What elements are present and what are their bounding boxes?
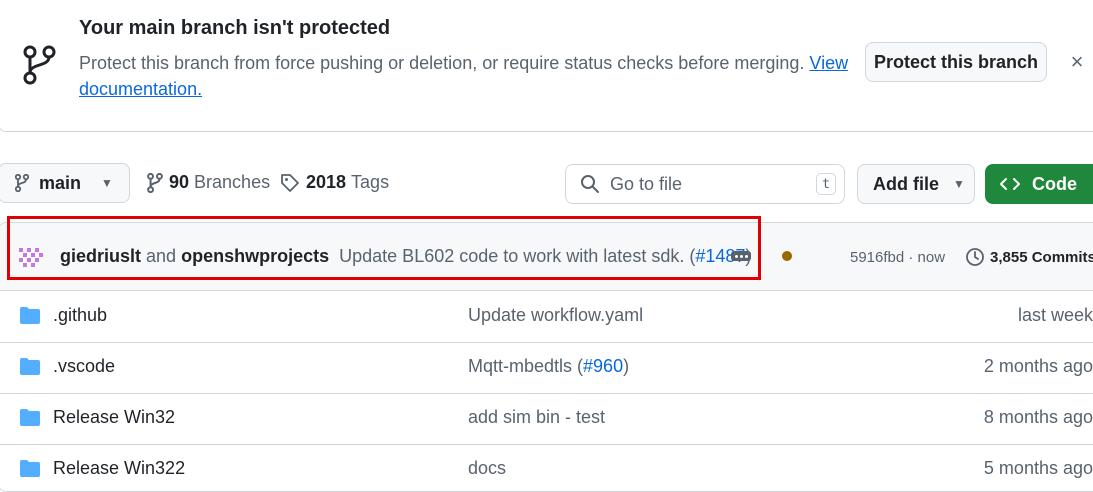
tags-count: 2018 bbox=[306, 172, 347, 192]
tags-link[interactable]: 2018 Tags bbox=[280, 172, 389, 193]
search-placeholder: Go to file bbox=[610, 173, 683, 194]
keyboard-shortcut-hint: t bbox=[816, 173, 836, 195]
folder-icon bbox=[20, 358, 40, 375]
file-commit-message[interactable]: add sim bin - test bbox=[468, 407, 605, 428]
protect-branch-button[interactable]: Protect this branch bbox=[865, 42, 1047, 82]
banner-description: Protect this branch from force pushing o… bbox=[79, 50, 849, 102]
git-branch-icon bbox=[147, 172, 163, 193]
go-to-file-input[interactable]: Go to file t bbox=[565, 164, 845, 204]
folder-icon bbox=[20, 460, 40, 477]
search-icon bbox=[581, 175, 599, 193]
pull-request-link[interactable]: #960 bbox=[583, 356, 623, 376]
branches-link[interactable]: 90 Branches bbox=[147, 172, 270, 193]
banner-title: Your main branch isn't protected bbox=[79, 17, 391, 39]
folder-icon bbox=[20, 409, 40, 426]
close-icon[interactable]: × bbox=[1066, 49, 1088, 75]
table-row[interactable]: .vscode Mqtt-mbedtls (#960) 2 months ago bbox=[0, 342, 1093, 394]
file-commit-message[interactable]: Mqtt-mbedtls (#960) bbox=[468, 356, 629, 377]
add-file-label: Add file bbox=[873, 173, 939, 194]
branch-protection-banner: Your main branch isn't protected Protect… bbox=[0, 0, 1093, 132]
table-row[interactable]: Release Win32 add sim bin - test 8 month… bbox=[0, 393, 1093, 445]
code-button[interactable]: Code ▼ bbox=[985, 164, 1093, 204]
code-icon bbox=[1000, 178, 1020, 190]
folder-icon bbox=[20, 307, 40, 324]
caret-down-icon: ▼ bbox=[101, 176, 113, 190]
status-pending-icon[interactable] bbox=[782, 251, 792, 261]
file-name-link[interactable]: Release Win32 bbox=[53, 407, 175, 428]
file-commit-message[interactable]: docs bbox=[468, 458, 506, 479]
commits-history-link[interactable]: 3,855 Commits bbox=[965, 247, 1093, 267]
file-name-link[interactable]: Release Win322 bbox=[53, 458, 185, 479]
branch-selector-button[interactable]: main ▼ bbox=[0, 163, 130, 203]
file-time: 5 months ago bbox=[983, 458, 1093, 478]
tags-label: Tags bbox=[351, 172, 390, 192]
file-name-link[interactable]: .github bbox=[53, 305, 107, 326]
highlight-box bbox=[7, 216, 761, 280]
branches-label: Branches bbox=[194, 172, 271, 192]
file-time: last week bbox=[1017, 305, 1093, 325]
code-label: Code bbox=[1032, 173, 1077, 194]
tag-icon bbox=[281, 173, 299, 192]
table-row[interactable]: Release Win322 docs 5 months ago bbox=[0, 444, 1093, 491]
banner-text: Protect this branch from force pushing o… bbox=[79, 53, 805, 73]
branch-name: main bbox=[39, 172, 82, 193]
table-row[interactable]: .github Update workflow.yaml last week bbox=[0, 291, 1093, 343]
git-branch-icon bbox=[15, 174, 29, 192]
file-commit-message[interactable]: Update workflow.yaml bbox=[468, 305, 643, 326]
commit-hash-time[interactable]: 5916fbd · now bbox=[850, 249, 945, 266]
file-time: 2 months ago bbox=[983, 356, 1093, 376]
history-icon bbox=[966, 248, 984, 266]
git-branch-icon bbox=[23, 45, 56, 85]
file-name-link[interactable]: .vscode bbox=[53, 356, 115, 377]
file-time: 8 months ago bbox=[983, 407, 1093, 427]
commits-count: 3,855 Commits bbox=[990, 248, 1093, 266]
branches-count: 90 bbox=[169, 172, 190, 192]
add-file-button[interactable]: Add file ▼ bbox=[857, 164, 975, 204]
caret-down-icon: ▼ bbox=[953, 177, 965, 191]
